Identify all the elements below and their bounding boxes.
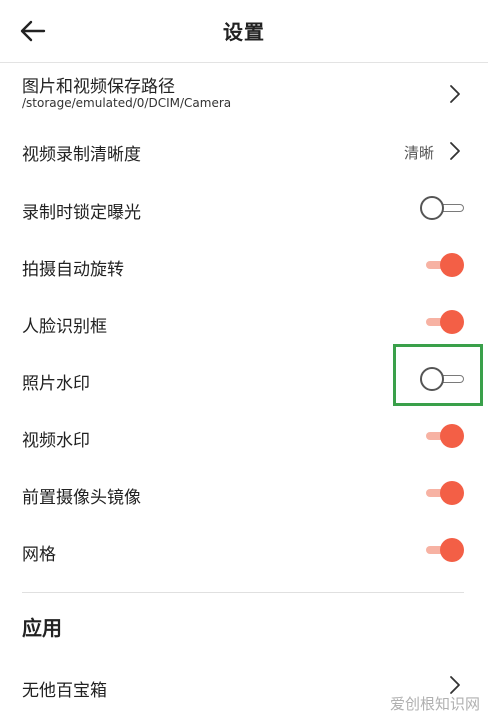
setting-save-path[interactable]: 图片和视频保存路径 /storage/emulated/0/DCIM/Camer… [0, 63, 488, 119]
top-bar: 设置 [0, 0, 488, 63]
setting-label: 图片和视频保存路径 [22, 77, 175, 97]
toggle-knob [440, 481, 464, 505]
setting-face-detect: 人脸识别框 [0, 294, 488, 350]
video-watermark-toggle[interactable] [420, 424, 464, 448]
setting-label: 无他百宝箱 [22, 681, 107, 701]
lock-exposure-toggle[interactable] [420, 196, 464, 220]
setting-label: 拍摄自动旋转 [22, 260, 124, 280]
setting-front-mirror: 前置摄像头镜像 [0, 465, 488, 521]
toggle-knob [440, 253, 464, 277]
save-path-value: /storage/emulated/0/DCIM/Camera [22, 96, 232, 110]
chevron-right-icon [450, 142, 460, 160]
setting-video-quality[interactable]: 视频录制清晰度 清晰 [0, 124, 488, 178]
photo-watermark-toggle[interactable] [420, 367, 464, 391]
section-divider [22, 592, 464, 593]
setting-label: 网格 [22, 545, 56, 565]
setting-grid: 网格 [0, 522, 488, 578]
toggle-knob [440, 538, 464, 562]
page-title: 设置 [223, 20, 265, 44]
grid-toggle[interactable] [420, 538, 464, 562]
toggle-knob [440, 424, 464, 448]
setting-video-watermark: 视频水印 [0, 408, 488, 464]
setting-label: 录制时锁定曝光 [22, 203, 141, 223]
setting-label: 视频水印 [22, 431, 90, 451]
toggle-knob [420, 367, 444, 391]
auto-rotate-toggle[interactable] [420, 253, 464, 277]
setting-label: 前置摄像头镜像 [22, 488, 141, 508]
setting-label: 人脸识别框 [22, 317, 107, 337]
toggle-knob [440, 310, 464, 334]
toggle-knob [420, 196, 444, 220]
setting-label: 视频录制清晰度 [22, 145, 141, 165]
settings-screen: 设置 图片和视频保存路径 /storage/emulated/0/DCIM/Ca… [0, 0, 488, 720]
watermark-text: 爱创根知识网 [389, 695, 480, 713]
setting-lock-exposure: 录制时锁定曝光 [0, 180, 488, 236]
front-mirror-toggle[interactable] [420, 481, 464, 505]
chevron-right-icon [450, 85, 460, 103]
setting-label: 照片水印 [22, 374, 90, 394]
face-detect-toggle[interactable] [420, 310, 464, 334]
setting-photo-watermark: 照片水印 [0, 351, 488, 407]
section-title-apps: 应用 [22, 616, 62, 640]
setting-auto-rotate: 拍摄自动旋转 [0, 237, 488, 293]
video-quality-value: 清晰 [403, 144, 434, 162]
